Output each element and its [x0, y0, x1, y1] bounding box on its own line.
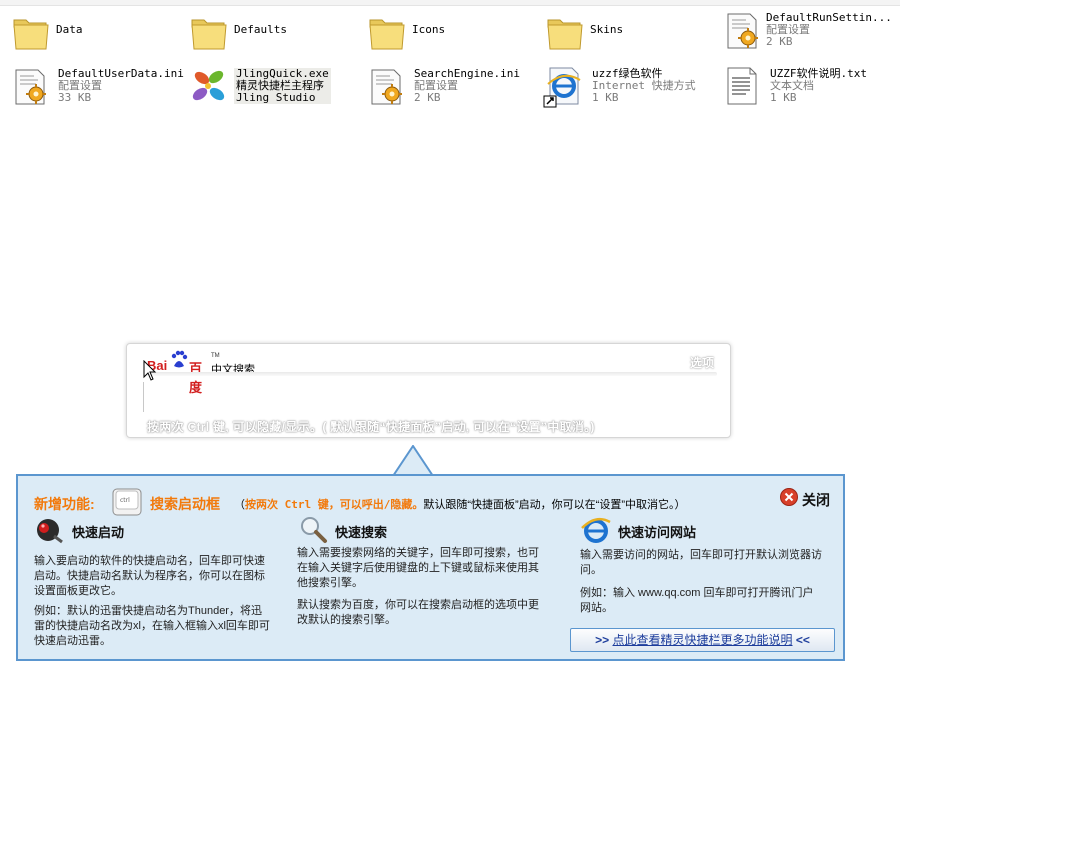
text-file-icon: [727, 67, 757, 105]
mouse-cursor-icon: [143, 360, 157, 381]
folder-data[interactable]: Data: [4, 6, 180, 54]
quick-launch-example: 例如：默认的迅雷快捷启动名为Thunder，将迅雷的快捷启动名改为xl，在输入框…: [34, 605, 270, 647]
file-size: 2 KB: [766, 35, 793, 48]
baidu-paw-icon: [171, 350, 188, 368]
config-file-icon: [727, 13, 758, 49]
feature-name: 搜索启动框: [150, 496, 220, 512]
file-name: Defaults: [234, 23, 287, 36]
feature-tip-hotkey: 按两次 Ctrl 键，可以呼出/隐藏。: [245, 498, 424, 511]
quick-visit-example: 例如：输入 www.qq.com 回车即可打开腾讯门户网站。: [580, 587, 814, 614]
folder-icon: [369, 19, 405, 50]
close-icon: [780, 488, 798, 506]
quick-visit-title: 快速访问网站: [618, 525, 697, 540]
file-company: Jling Studio: [236, 91, 316, 104]
search-box-divider: [145, 372, 717, 376]
quick-visit-desc: 输入需要访问的网站，回车即可打开默认浏览器访问。: [580, 549, 822, 576]
file-size: 1 KB: [592, 91, 619, 104]
folder-icon: [13, 19, 49, 50]
more-left-arrows: >>: [595, 633, 610, 647]
config-file-icon: [371, 69, 402, 105]
search-options-button[interactable]: 选项: [690, 354, 714, 371]
feature-tip: （按两次 Ctrl 键，可以呼出/隐藏。默认跟随“快捷面板”启动，你可以在“设置…: [234, 496, 686, 512]
quick-launch-desc: 输入要启动的软件的快捷启动名，回车即可快速启动。快捷启动名默认为程序名，你可以在…: [34, 555, 265, 597]
file-name: Skins: [590, 23, 624, 36]
trademark: TM: [211, 353, 220, 359]
new-feature-label: 新增功能:: [34, 496, 95, 512]
file-uzzf-shortcut[interactable]: uzzf绿色软件 Internet 快捷方式 1 KB: [536, 60, 712, 108]
folder-icon: [547, 19, 583, 50]
more-features-link-text[interactable]: 点此查看精灵快捷栏更多功能说明: [612, 633, 792, 647]
feature-tip-rest: 默认跟随“快捷面板”启动，你可以在“设置”中取消它。）: [423, 499, 686, 511]
svg-text:ctrl: ctrl: [120, 497, 130, 504]
quick-search-desc: 输入需要搜索网络的关键字，回车即可搜索，也可在输入关键字后使用键盘的上下键或鼠标…: [297, 547, 539, 589]
file-jlingquick-exe[interactable]: JlingQuick.exe 精灵快捷栏主程序 Jling Studio: [180, 60, 356, 108]
keyboard-key-icon: ctrl: [112, 488, 142, 516]
config-file-icon: [15, 69, 46, 105]
close-label: 关闭: [802, 492, 830, 508]
jling-app-icon: [192, 70, 225, 101]
panel-pointer-arrow: [393, 445, 433, 476]
file-size: 2 KB: [414, 91, 441, 104]
file-uzzf-readme[interactable]: UZZF软件说明.txt 文本文档 1 KB: [714, 60, 890, 108]
quick-launch-title: 快速启动: [72, 525, 125, 540]
search-launch-box: Bai 百度 TM 中文搜索 选项 按两次 Ctrl 键, 可以隐藏/显示。( …: [126, 343, 731, 438]
search-input[interactable]: [143, 382, 715, 412]
file-defaultrunsettings[interactable]: DefaultRunSettin... 配置设置 2 KB: [714, 4, 892, 52]
magnifier-icon: [301, 517, 327, 543]
folder-icons[interactable]: Icons: [360, 6, 536, 54]
file-size: 33 KB: [58, 91, 92, 104]
feature-panel: 新增功能: ctrl 搜索启动框 （按两次 Ctrl 键，可以呼出/隐藏。默认跟…: [16, 474, 845, 661]
search-hint: 按两次 Ctrl 键, 可以隐藏/显示。( 默认跟随“快捷面板”启动, 可以在“…: [147, 420, 595, 434]
file-name: Icons: [412, 23, 446, 36]
file-defaultuserdata[interactable]: DefaultUserData.ini 配置设置 33 KB: [2, 60, 184, 108]
file-name: Data: [56, 23, 83, 36]
internet-shortcut-icon: [543, 67, 581, 108]
internet-explorer-icon: [581, 517, 611, 543]
feature-tip-open: （: [234, 499, 245, 511]
file-size: 1 KB: [770, 91, 797, 104]
file-searchengine[interactable]: SearchEngine.ini 配置设置 2 KB: [358, 60, 534, 108]
folder-skins[interactable]: Skins: [538, 6, 714, 54]
more-features-link[interactable]: >> 点此查看精灵快捷栏更多功能说明 <<: [570, 628, 835, 652]
quick-search-title: 快速搜索: [335, 525, 388, 540]
more-right-arrows: <<: [795, 633, 810, 647]
folder-defaults[interactable]: Defaults: [182, 6, 358, 54]
quick-search-default: 默认搜索为百度，你可以在搜索启动框的选项中更改默认的搜索引擎。: [297, 599, 539, 626]
folder-icon: [191, 19, 227, 50]
launch-icon: [37, 519, 63, 544]
